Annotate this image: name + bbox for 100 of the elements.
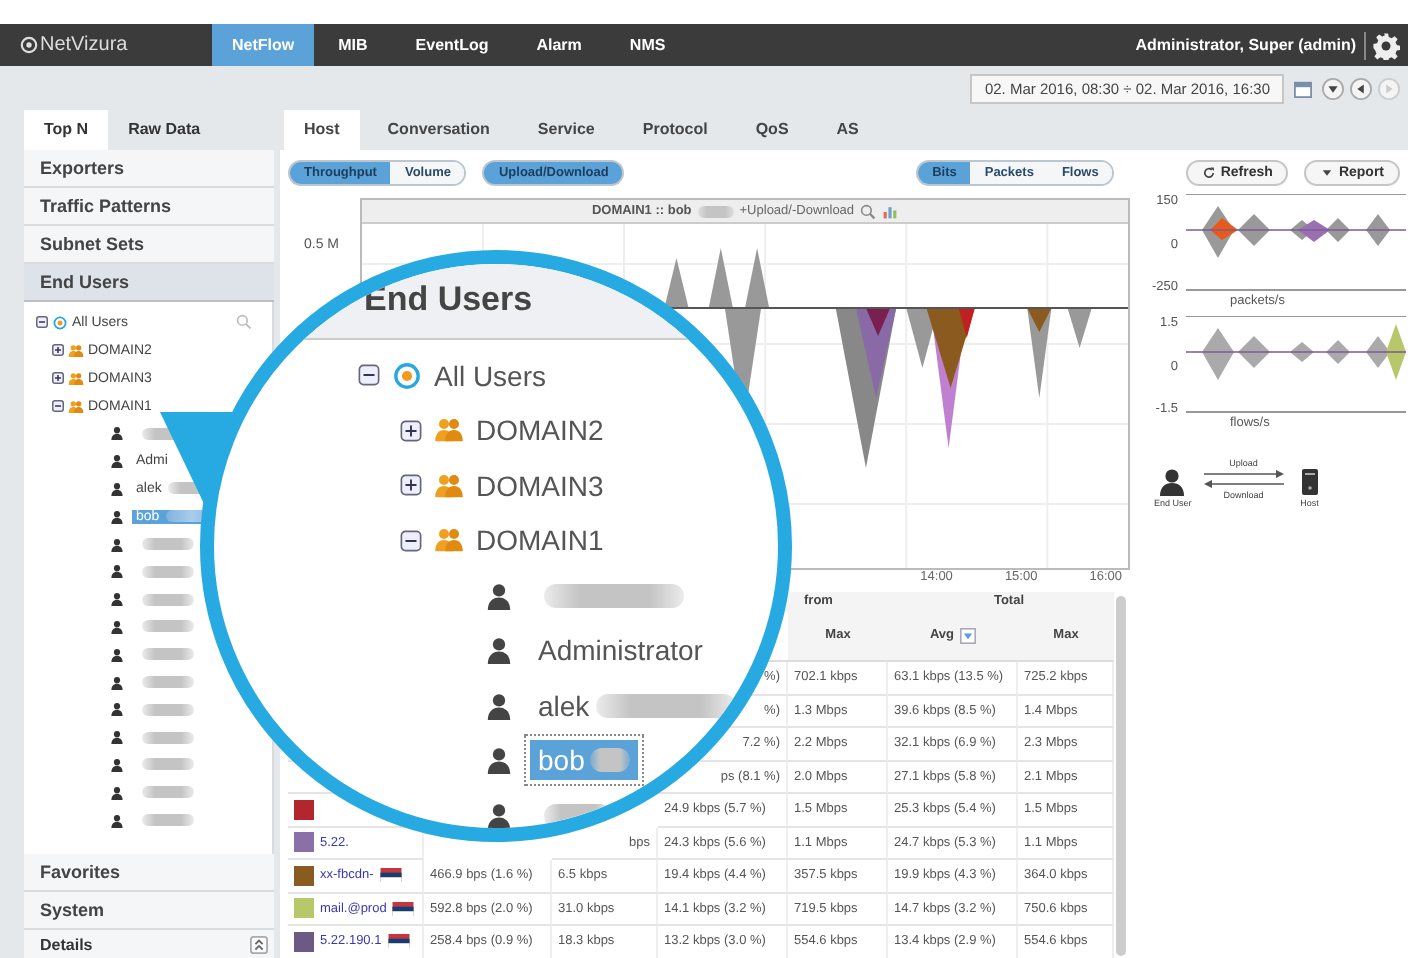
previous-button[interactable] [1350, 77, 1372, 99]
blurred-text [142, 676, 194, 689]
app-logo: NetVizura [40, 34, 128, 56]
blurred-text [544, 583, 684, 608]
user-icon [484, 801, 514, 828]
dropdown-button[interactable] [1322, 77, 1344, 99]
search-icon[interactable] [236, 314, 252, 330]
right-arrow-icon [1203, 470, 1284, 478]
view-tab[interactable]: AS [816, 110, 879, 150]
caret-icon [1320, 166, 1335, 180]
expand-icon[interactable] [52, 344, 64, 356]
blurred-text [142, 648, 194, 661]
user-icon [110, 702, 124, 717]
group-icon [68, 371, 84, 385]
user-icon [110, 785, 124, 800]
details-header[interactable]: Details [40, 935, 93, 953]
blurred-text [142, 565, 194, 578]
flag-icon [392, 901, 415, 916]
blurred-text [142, 620, 194, 633]
tree-item[interactable]: DOMAIN2 [476, 414, 604, 447]
group-icon [434, 416, 464, 445]
target-icon [392, 361, 422, 390]
blurred-text [142, 814, 194, 827]
collapse-icon[interactable] [400, 529, 422, 552]
tree-item[interactable]: DOMAIN3 [476, 469, 604, 502]
user-icon [110, 426, 124, 441]
accordion-header[interactable]: Exporters [24, 150, 274, 188]
user-icon [110, 730, 124, 745]
settings-icon[interactable] [1364, 31, 1400, 59]
accordion-header[interactable]: Favorites [24, 854, 274, 892]
user-icon [484, 746, 514, 775]
blurred-text [595, 693, 736, 718]
group-icon [434, 471, 464, 500]
expand-icon[interactable] [400, 419, 422, 442]
upload-spike [708, 248, 733, 308]
view-tab[interactable]: Service [517, 110, 615, 150]
flag-icon [387, 934, 410, 949]
accordion-header[interactable]: End Users [24, 264, 274, 302]
logo-icon [20, 36, 38, 54]
blurred-text [590, 748, 631, 773]
accordion-header[interactable]: System [24, 892, 274, 930]
tree-item[interactable]: alek [530, 685, 744, 726]
user-icon [110, 647, 124, 662]
blurred-text [142, 786, 194, 799]
blurred-text [142, 538, 194, 551]
accordion-header[interactable]: Subnet Sets [24, 226, 274, 264]
accordion-header[interactable]: Traffic Patterns [24, 188, 274, 226]
user-icon [484, 581, 514, 610]
user-icon [110, 481, 124, 496]
blurred-text [142, 593, 194, 606]
collapse-icon[interactable] [358, 364, 380, 387]
module-tab[interactable]: EventLog [391, 24, 513, 66]
calendar-icon[interactable] [1294, 79, 1312, 97]
view-tab[interactable]: QoS [735, 110, 809, 150]
flag-icon [379, 868, 402, 883]
left-arrow-icon [1203, 480, 1284, 488]
collapse-button[interactable] [250, 935, 268, 953]
expand-icon[interactable] [400, 474, 422, 497]
user-icon [110, 454, 124, 469]
zoom-icon[interactable] [860, 203, 877, 219]
collapse-icon[interactable] [36, 316, 48, 328]
group-icon [68, 399, 84, 413]
blurred-text [142, 758, 194, 771]
upload-spike [745, 248, 770, 308]
target-icon [52, 315, 68, 329]
user-icon [484, 691, 514, 720]
user-icon [110, 757, 124, 772]
tree-item[interactable]: DOMAIN1 [476, 524, 604, 557]
dropdown-icon[interactable] [960, 628, 977, 644]
view-tab[interactable]: Host [284, 110, 360, 150]
group-icon [434, 526, 464, 555]
user-icon [110, 813, 124, 828]
blurred-text [142, 731, 194, 744]
view-tab[interactable]: Protocol [622, 110, 728, 150]
user-icon [110, 619, 124, 634]
user-icon [110, 537, 124, 552]
blurred-text [142, 703, 194, 716]
download-spike [1067, 308, 1092, 348]
expand-icon[interactable] [52, 372, 64, 384]
bar-chart-icon[interactable] [882, 203, 899, 219]
user-icon [484, 636, 514, 665]
user-icon [110, 564, 124, 579]
sidebar-tab[interactable]: Top N [24, 110, 109, 150]
tree-item[interactable]: Administrator [530, 630, 711, 671]
module-tab[interactable]: NMS [605, 24, 690, 66]
user-icon [110, 509, 124, 524]
blurred-text [697, 205, 734, 217]
user-icon [110, 592, 124, 607]
user-icon [110, 675, 124, 690]
view-tab[interactable]: Conversation [367, 110, 510, 150]
refresh-icon [1202, 166, 1217, 180]
module-tab[interactable]: MIB [314, 24, 392, 66]
module-tab[interactable]: Alarm [512, 24, 606, 66]
user-icon [1158, 468, 1187, 496]
tree-item[interactable]: All Users [434, 359, 547, 392]
collapse-icon[interactable] [52, 400, 64, 412]
group-icon [68, 343, 84, 357]
upload-spike [664, 258, 689, 308]
user-name[interactable]: Administrator, Super (admin) [1135, 36, 1356, 54]
sidebar-tab[interactable]: Raw Data [108, 110, 221, 150]
